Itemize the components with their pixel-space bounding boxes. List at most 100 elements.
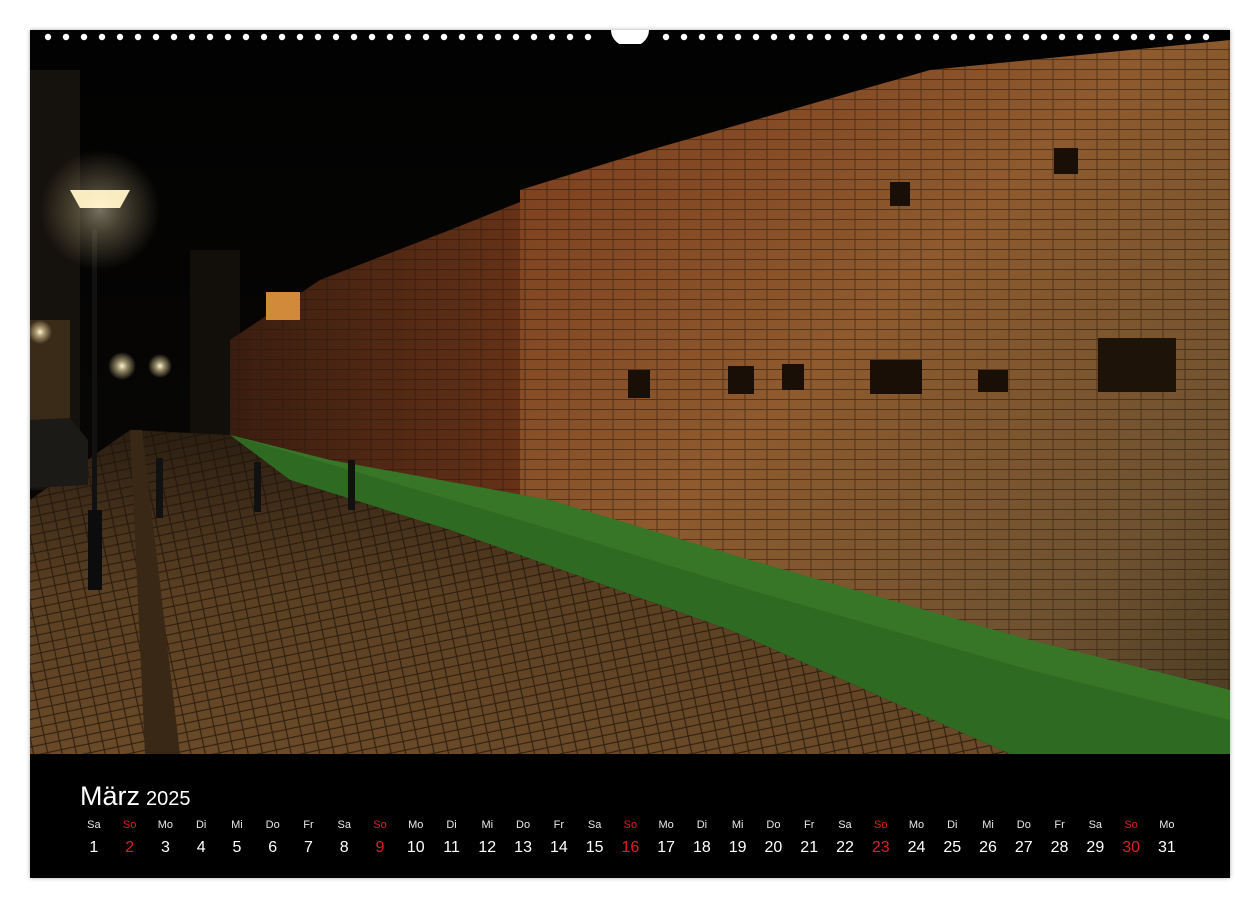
day-cell: Mo 3 — [148, 818, 184, 874]
day-number: 17 — [657, 839, 676, 856]
day-cell: Do 13 — [505, 818, 541, 874]
day-number: 22 — [836, 839, 854, 856]
day-number: 31 — [1157, 839, 1176, 856]
weekday-label: Mi — [982, 819, 994, 831]
day-number: 5 — [232, 839, 242, 856]
day-number: 20 — [764, 839, 783, 856]
day-number: 27 — [1014, 839, 1033, 856]
day-cell: Do 6 — [255, 818, 291, 874]
day-number: 2 — [125, 839, 135, 856]
day-number: 12 — [478, 839, 497, 856]
day-cell: Mo 31 — [1149, 818, 1185, 874]
night-city-wall-photo — [30, 30, 1230, 754]
day-cell: Sa 1 — [76, 818, 112, 874]
day-cell: Fr 14 — [541, 818, 577, 874]
day-number: 30 — [1122, 839, 1140, 856]
day-number: 14 — [549, 839, 568, 856]
weekday-label: Mi — [481, 819, 494, 831]
day-number: 19 — [728, 839, 747, 856]
day-number: 23 — [871, 839, 890, 856]
day-number: 10 — [406, 839, 425, 856]
weekday-label: Mo — [1159, 819, 1175, 831]
month-calendar-strip: März 2025 Sa 1 So 2 Mo 3 Di 4 Mi 5 Do 6 Fr 7 Sa 8 So 9 Mo 10… — [30, 754, 1230, 878]
weekday-label: Di — [446, 819, 457, 831]
day-cell: Sa 15 — [577, 818, 613, 874]
day-number: 9 — [375, 839, 385, 856]
day-number: 13 — [514, 839, 532, 856]
day-cell: Di 11 — [434, 818, 470, 874]
month-name: März — [80, 781, 140, 811]
weekday-label: Fr — [1054, 819, 1065, 831]
weekday-label: Fr — [303, 819, 314, 831]
day-cell: So 9 — [362, 818, 398, 874]
day-number: 1 — [89, 839, 99, 856]
weekday-label: Mi — [231, 819, 243, 831]
day-cell: Fr 21 — [791, 818, 827, 874]
weekday-label: Sa — [587, 819, 602, 831]
day-cell: Di 25 — [934, 818, 970, 874]
day-number: 4 — [196, 839, 206, 856]
weekday-label: Mo — [908, 819, 925, 831]
day-number: 18 — [693, 839, 711, 856]
day-number: 11 — [443, 839, 460, 856]
weekday-label: Sa — [87, 819, 101, 831]
day-number: 16 — [621, 839, 640, 856]
day-cell: Sa 29 — [1077, 818, 1113, 874]
day-cell: So 30 — [1113, 818, 1149, 874]
month-title: März 2025 — [80, 778, 191, 810]
weekday-label: So — [373, 819, 387, 831]
day-cell: Sa 8 — [326, 818, 362, 874]
day-grid: Sa 1 So 2 Mo 3 Di 4 Mi 5 Do 6 Fr 7 Sa 8 So 9 Mo 10 Di 11 Mi 12 D… — [76, 818, 1228, 874]
weekday-label: So — [1124, 819, 1138, 831]
day-cell: So 16 — [612, 818, 648, 874]
weekday-label: Sa — [337, 819, 351, 831]
day-cell: So 2 — [112, 818, 148, 874]
weekday-label: So — [122, 819, 137, 831]
weekday-label: Sa — [1088, 819, 1103, 831]
day-cell: Fr 28 — [1042, 818, 1078, 874]
day-cell: Mi 19 — [720, 818, 756, 874]
day-number: 3 — [160, 839, 170, 856]
day-cell: Mo 24 — [899, 818, 935, 874]
weekday-label: Mo — [658, 819, 674, 831]
day-number: 21 — [800, 839, 819, 856]
spiral-binding — [44, 30, 1210, 44]
weekday-label: Di — [947, 819, 958, 831]
weekday-label: Fr — [553, 819, 565, 831]
day-cell: Do 27 — [1006, 818, 1042, 874]
day-cell: Sa 22 — [827, 818, 863, 874]
weekday-label: Do — [516, 819, 531, 831]
weekday-label: Sa — [838, 819, 852, 831]
day-number: 24 — [907, 839, 926, 856]
day-number: 26 — [979, 839, 997, 856]
weekday-label: Do — [265, 819, 280, 831]
calendar-page: März 2025 Sa 1 So 2 Mo 3 Di 4 Mi 5 Do 6 Fr 7 Sa 8 So 9 Mo 10… — [30, 30, 1230, 878]
day-cell: Mo 10 — [398, 818, 434, 874]
weekday-label: So — [623, 819, 638, 831]
day-cell: Mi 5 — [219, 818, 255, 874]
day-cell: Mi 12 — [469, 818, 505, 874]
day-number: 25 — [943, 839, 962, 856]
day-cell: Fr 7 — [291, 818, 327, 874]
day-cell: So 23 — [863, 818, 899, 874]
weekday-label: Di — [696, 819, 708, 831]
day-number: 7 — [304, 839, 313, 856]
day-cell: Mi 26 — [970, 818, 1006, 874]
weekday-label: Do — [1016, 819, 1031, 831]
day-cell: Do 20 — [756, 818, 792, 874]
weekday-label: Mi — [731, 819, 744, 831]
weekday-label: Mo — [157, 819, 174, 831]
day-cell: Di 4 — [183, 818, 219, 874]
day-number: 15 — [585, 839, 604, 856]
weekday-label: Fr — [804, 819, 815, 831]
year-label: 2025 — [146, 788, 191, 810]
day-number: 28 — [1050, 839, 1069, 856]
day-number: 8 — [339, 839, 349, 856]
weekday-label: So — [873, 819, 888, 831]
weekday-label: Di — [195, 819, 207, 831]
weekday-label: Mo — [408, 819, 424, 831]
day-cell: Mo 17 — [648, 818, 684, 874]
day-number: 29 — [1086, 839, 1105, 856]
weekday-label: Do — [766, 819, 781, 831]
day-cell: Di 18 — [684, 818, 720, 874]
